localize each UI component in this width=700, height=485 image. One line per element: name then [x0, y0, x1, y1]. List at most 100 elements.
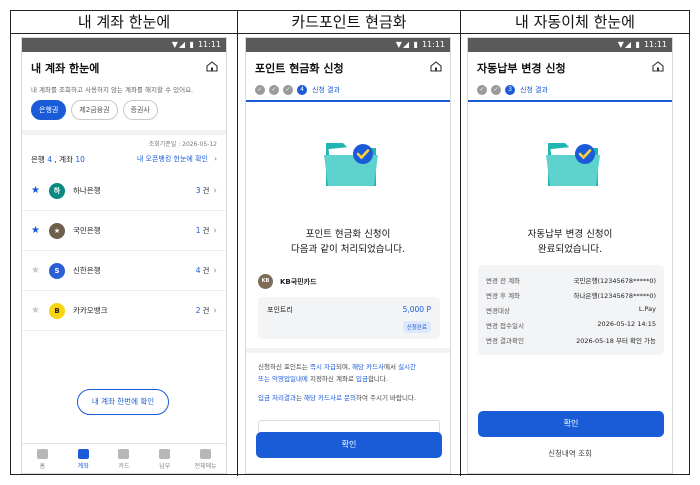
tab-cards[interactable]: 카드: [104, 444, 145, 473]
open-banking-link[interactable]: 내 오픈뱅킹 한눈에 확인 ›: [137, 154, 217, 165]
bank-row[interactable]: ★ ★ 국민은행 1 건 ›: [22, 211, 226, 251]
step-progress-fill: [246, 100, 450, 102]
bank-logo: S: [49, 262, 65, 279]
bank-row[interactable]: ★ 하 하나은행 3 건 ›: [22, 171, 226, 211]
detail-row: 변경 접수일시 2026-05-12 14:15: [486, 320, 656, 330]
step-label: 신청 결과: [312, 85, 340, 94]
status-bar: ▼◢ ▮ 11:11: [468, 38, 672, 52]
home-icon[interactable]: [652, 61, 664, 72]
status-icons: ▼◢ ▮: [395, 40, 419, 49]
history-link[interactable]: 신청내역 조회: [468, 448, 672, 459]
phone-screen-accounts: ▼◢ ▮ 11:11 내 계좌 한눈에 내 계좌를 조회하고 사용하지 않는 계좌…: [21, 37, 227, 474]
note-highlight: 즉시 자급: [309, 363, 336, 371]
chevron-right-icon: ›: [213, 305, 217, 316]
bank-row[interactable]: ★ B 카카오뱅크 2 건 ›: [22, 291, 226, 331]
step-done-icon: ✓: [477, 84, 487, 95]
page-title: 내 계좌 한눈에: [31, 62, 100, 75]
summary-mid: , 계좌: [51, 155, 76, 164]
status-time: 11:11: [421, 40, 445, 49]
bottom-tab-bar: 홈 계좌 카드 납부 전체메뉴: [22, 443, 226, 473]
chip-secondary-finance[interactable]: 제2금융권: [71, 100, 118, 120]
tab-home[interactable]: 홈: [22, 444, 63, 473]
bank-list: ★ 하 하나은행 3 건 › ★ ★ 국민은행 1 건 › ★ S 신한은행 4 건 › ★ B 카카오뱅크 2 건 ›: [22, 171, 226, 331]
note-highlight: 해당 카드사로 문의: [304, 394, 356, 402]
app-header: 내 계좌 한눈에: [22, 52, 226, 80]
confirm-all-accounts-button[interactable]: 내 계좌 한번에 확인: [77, 389, 169, 415]
chevron-right-icon: ›: [213, 225, 217, 236]
tab-all-menu-label: 전체메뉴: [194, 463, 217, 470]
confirm-button[interactable]: 확인: [256, 432, 442, 458]
home-icon[interactable]: [206, 61, 218, 72]
inquiry-notice: 입금 처리결과는 해당 카드사로 문의하여 주시기 바랍니다.: [258, 392, 442, 404]
account-summary: 은행 4 , 계좌 10: [31, 154, 85, 165]
open-banking-link-label: 내 오픈뱅킹 한눈에 확인: [136, 155, 208, 163]
summary-row: 은행 4 , 계좌 10 내 오픈뱅킹 한눈에 확인 ›: [22, 148, 226, 165]
note-highlight: 해당 카드사: [352, 363, 385, 371]
bank-name: 카카오뱅크: [73, 306, 108, 315]
tab-accounts[interactable]: 계좌: [63, 444, 104, 473]
favorite-star-icon[interactable]: ★: [31, 305, 42, 316]
summary-prefix: 은행: [31, 155, 48, 164]
count-unit: 건: [202, 266, 210, 275]
point-summary-box: 포인트리 5,000 P 신청완료: [258, 297, 440, 339]
page-title: 자동납부 변경 신청: [477, 62, 566, 75]
detail-row: 변경 후 계좌 하나은행(12345678*****0): [486, 290, 656, 300]
step-done-icon: ✓: [283, 84, 293, 95]
step-done-icon: ✓: [491, 84, 501, 95]
account-count: 3: [195, 186, 201, 195]
detail-row: 변경 결과확인 2026-05-18 부터 확인 가능: [486, 335, 656, 345]
tab-cards-label: 카드: [118, 463, 130, 470]
column-header-accounts: 내 계좌 한눈에: [11, 11, 237, 34]
tab-home-label: 홈: [39, 463, 46, 470]
chevron-right-icon: ›: [214, 155, 217, 163]
chevron-right-icon: ›: [213, 265, 217, 276]
detail-value: 하나은행(12345678*****0): [573, 292, 656, 300]
note-highlight: 입금 처리결과: [258, 394, 296, 402]
note-text: 에서: [384, 363, 399, 371]
comparison-table: 내 계좌 한눈에 카드포인트 현금화 내 자동이체 한눈에 ▼◢ ▮ 11:11 …: [10, 10, 690, 476]
favorite-star-icon[interactable]: ★: [31, 185, 42, 196]
note-text: 지정하신 계좌로: [307, 375, 356, 383]
detail-row: 변경대상 L.Pay: [486, 305, 656, 315]
tab-all-menu[interactable]: 전체메뉴: [185, 444, 226, 473]
detail-key: 변경 결과확인: [486, 337, 524, 345]
home-icon[interactable]: [430, 61, 442, 72]
note-text: 되며,: [335, 363, 353, 371]
detail-value: 2026-05-12 14:15: [597, 320, 656, 328]
deposit-notice: 신청하신 포인트는 즉시 자급되며, 해당 카드사에서 실시간 또는 익영업일내에…: [258, 361, 442, 385]
phone-screen-card-points: ▼◢ ▮ 11:11 포인트 현금화 신청 ✓ ✓ ✓ 4 신청 결과 포인트 현…: [245, 37, 451, 474]
tab-payments-label: 납부: [159, 463, 171, 470]
favorite-star-icon[interactable]: ★: [31, 265, 42, 276]
status-time: 11:11: [197, 40, 221, 49]
chip-securities[interactable]: 증권사: [122, 100, 158, 120]
result-message-line1: 자동납부 변경 신청이: [527, 229, 613, 240]
status-badge: 신청완료: [402, 321, 431, 333]
app-header: 포인트 현금화 신청: [246, 52, 450, 80]
page-subtitle: 내 계좌를 조회하고 사용하지 않는 계좌를 해지할 수 있어요.: [31, 86, 194, 94]
tab-payments[interactable]: 납부: [144, 444, 185, 473]
bank-name: 국민은행: [73, 226, 101, 235]
bank-logo: 하: [49, 182, 65, 199]
step-label: 신청 결과: [520, 85, 548, 94]
bank-row[interactable]: ★ S 신한은행 4 건 ›: [22, 251, 226, 291]
card-company: KB KB국민카드: [258, 274, 317, 289]
step-indicator: ✓ ✓ ✓ 4 신청 결과: [246, 80, 450, 96]
result-message-line2: 다음과 같이 처리되었습니다.: [291, 244, 405, 255]
status-bar: ▼◢ ▮ 11:11: [246, 38, 450, 52]
page-title: 포인트 현금화 신청: [255, 62, 344, 75]
confirm-button[interactable]: 확인: [478, 411, 664, 437]
detail-row: 변경 전 계좌 국민은행(12345678*****0): [486, 275, 656, 285]
count-unit: 건: [202, 226, 210, 235]
kb-logo: KB: [258, 274, 273, 289]
card-tab-icon: [118, 449, 130, 459]
note-text: 는: [295, 394, 304, 402]
status-icons: ▼◢ ▮: [171, 40, 195, 49]
chip-banks[interactable]: 은행권: [31, 100, 67, 120]
section-divider: [246, 348, 450, 353]
folder-check-icon: [324, 143, 378, 186]
favorite-star-icon[interactable]: ★: [31, 225, 42, 236]
detail-key: 변경 접수일시: [486, 322, 524, 330]
step-done-icon: ✓: [255, 84, 265, 95]
detail-value: 국민은행(12345678*****0): [573, 277, 656, 285]
step-current: 3: [505, 84, 515, 95]
